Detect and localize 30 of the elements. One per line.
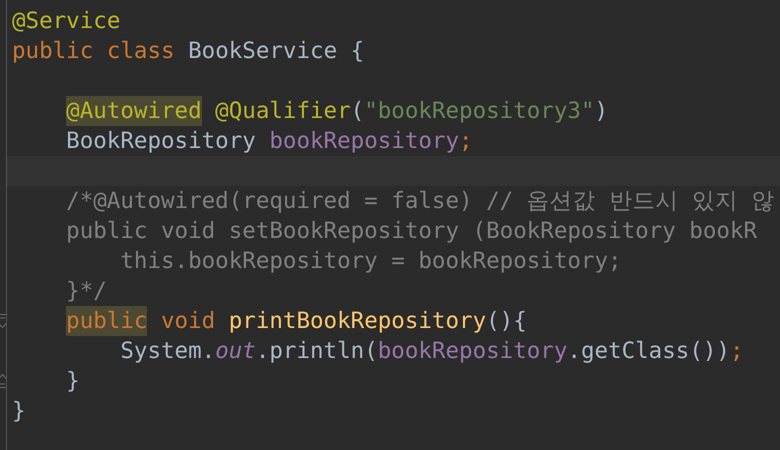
code-token: .getClass()) [567,337,730,366]
code-token: ; [459,127,473,156]
code-token: out [215,337,256,366]
code-token: void [160,307,216,336]
fold-marker-icon[interactable] [0,314,6,328]
code-token: BookRepository [66,127,257,156]
code-token: @Service [12,7,120,36]
code-token: @Qualifier [214,97,351,126]
code-token: .println( [256,337,378,366]
code-token: } [66,367,80,396]
code-token: printBookRepository [228,307,486,336]
code-editor[interactable] [0,0,780,450]
code-token: bookRepository [378,337,568,366]
fold-marker-icon[interactable] [0,374,6,388]
code-token: } [12,397,26,426]
code-token: bookRepository [269,127,460,156]
highlighted-code-token: @Autowired [66,96,202,126]
code-token: public class [12,37,176,66]
code-token: this.bookRepository = bookRepository; [119,247,622,276]
code-token: ( [350,97,364,126]
code-token: "bookRepository3" [364,97,594,126]
code-token: BookService { [188,37,364,66]
code-token: /*@Autowired(required = false) // 옵션값 반드시 있지 않 [66,187,774,216]
code-token: ) [594,97,608,126]
code-token: }*/ [66,277,107,306]
highlighted-code-token: public [66,306,148,336]
code-token: (){ [486,307,527,336]
code-token: public void setBookRepository (BookRepository bookR [66,217,758,246]
code-token: System. [120,337,216,366]
code-token: ; [730,337,744,366]
